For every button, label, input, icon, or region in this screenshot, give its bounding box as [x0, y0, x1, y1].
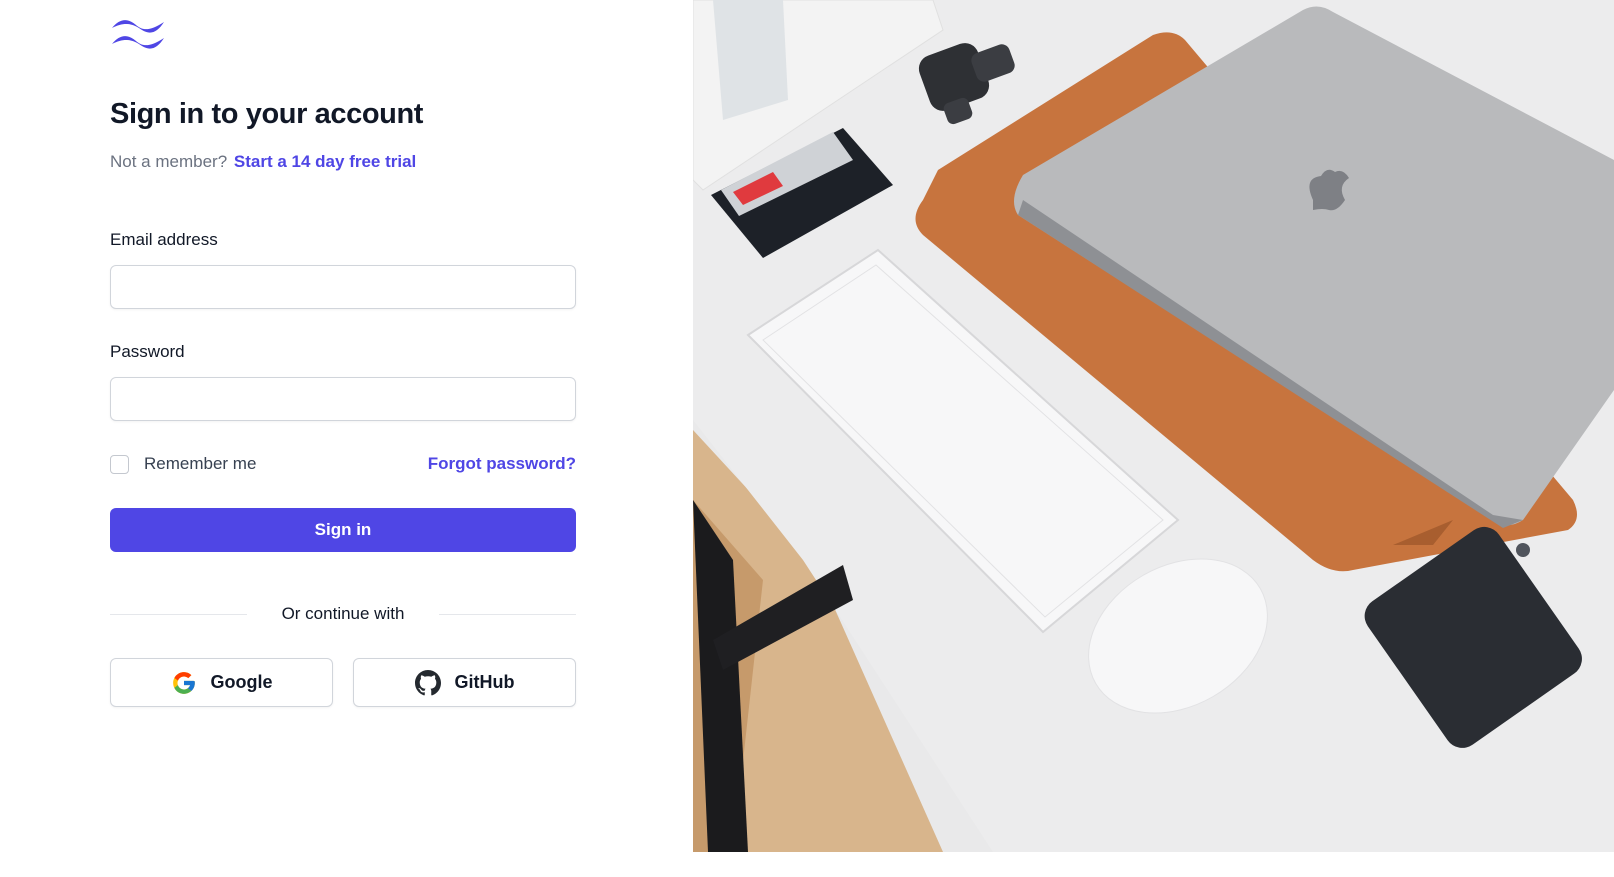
free-trial-link[interactable]: Start a 14 day free trial: [234, 152, 416, 171]
password-label: Password: [110, 342, 185, 361]
forgot-password-link[interactable]: Forgot password?: [428, 454, 576, 474]
email-field[interactable]: [110, 265, 576, 309]
remember-me-checkbox[interactable]: [110, 454, 129, 474]
password-field[interactable]: [110, 377, 576, 421]
github-sign-in-button[interactable]: GitHub: [353, 658, 576, 707]
tailwind-logo-icon: [112, 20, 164, 49]
sign-in-panel: Sign in to your account Not a member? St…: [0, 0, 693, 877]
signup-prompt: Not a member? Start a 14 day free trial: [110, 152, 416, 172]
google-button-label: Google: [210, 672, 273, 692]
notebook-page: [713, 0, 788, 120]
github-icon: [414, 669, 441, 696]
email-label: Email address: [110, 230, 218, 249]
hero-desk-photo: [693, 0, 1614, 852]
desk-illustration: [693, 0, 1614, 852]
github-button-label: GitHub: [454, 672, 515, 692]
social-divider: Or continue with: [110, 603, 576, 627]
page-title: Sign in to your account: [110, 98, 424, 130]
google-icon: [171, 670, 197, 696]
divider-text: Or continue with: [281, 604, 405, 623]
sign-in-button[interactable]: Sign in: [110, 508, 576, 552]
remember-me-row: Remember me: [110, 454, 256, 474]
remember-me-label[interactable]: Remember me: [144, 454, 256, 474]
signup-prompt-text: Not a member?: [110, 152, 228, 171]
google-sign-in-button[interactable]: Google: [110, 658, 333, 707]
